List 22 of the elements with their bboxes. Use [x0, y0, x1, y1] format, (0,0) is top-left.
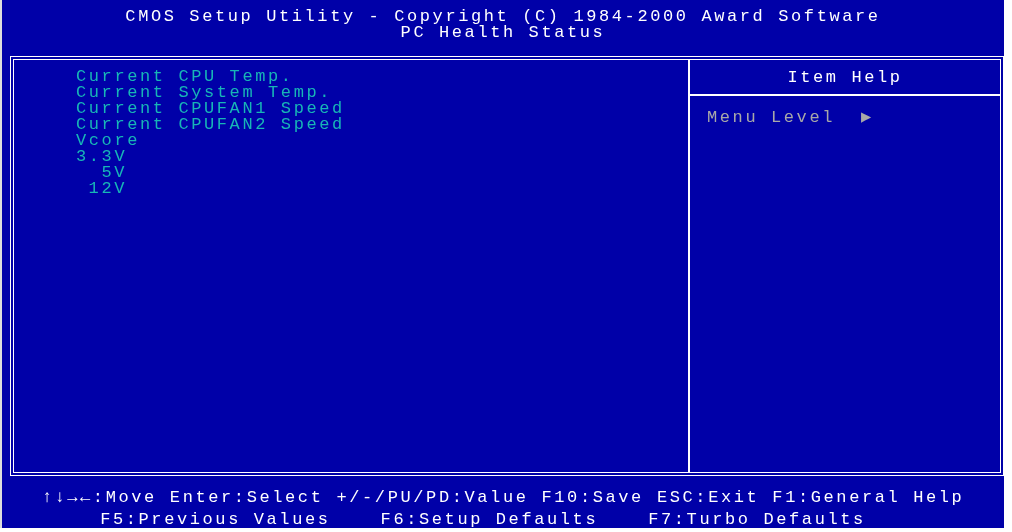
- key-hint: F5:Previous Values: [100, 512, 331, 528]
- key-hint: ↑↓→←:Move: [41, 490, 157, 506]
- screen-title: PC Health Status: [400, 25, 607, 41]
- menu-level-marker: ▶: [861, 110, 874, 126]
- setting-label[interactable]: Current System Temp.: [76, 83, 333, 102]
- key-hint: +/-/PU/PD:Value: [336, 490, 529, 506]
- key-hint: ESC:Exit: [656, 490, 760, 506]
- setting-label[interactable]: Vcore: [76, 131, 140, 150]
- setting-label[interactable]: Current CPUFAN1 Speed: [76, 99, 345, 118]
- voltage-label[interactable]: 12V: [76, 181, 127, 197]
- utility-title: CMOS Setup Utility - Copyright (C) 1984-2000 Award Software: [124, 9, 882, 25]
- key-hint: Enter:Select: [169, 490, 324, 506]
- item-help-title: Item Help: [690, 60, 1000, 96]
- key-hint: F1:General Help: [772, 490, 965, 506]
- menu-level-label: Menu Level: [707, 110, 836, 126]
- key-hint: F10:Save: [541, 490, 644, 506]
- voltage-label[interactable]: 5V: [76, 165, 127, 181]
- setting-label[interactable]: Current CPUFAN2 Speed: [76, 115, 345, 134]
- key-hint: F7:Turbo Defaults: [648, 512, 866, 528]
- key-hint: F6:Setup Defaults: [380, 512, 599, 528]
- setting-label[interactable]: Current CPU Temp.: [76, 67, 294, 86]
- voltage-label[interactable]: 3.3V: [76, 149, 127, 165]
